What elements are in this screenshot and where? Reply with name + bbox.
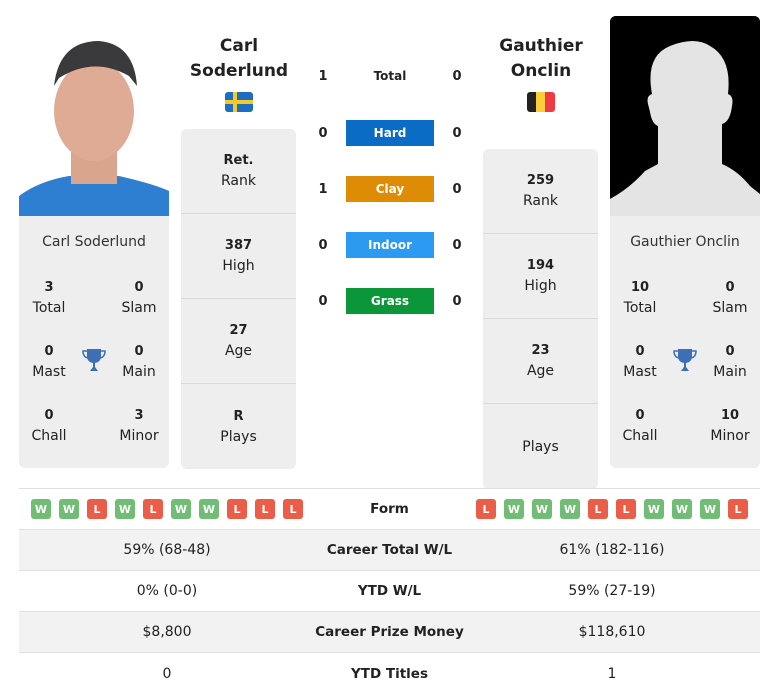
player2-high: 194 High [483, 234, 598, 319]
player2-value: $118,610 [578, 624, 646, 640]
loss-badge[interactable]: L [588, 499, 608, 519]
surface-label-total: Total [373, 69, 407, 83]
surface-badge-indoor: Indoor [346, 232, 434, 258]
win-badge[interactable]: W [644, 499, 664, 519]
h2h-p1-count: 1 [318, 68, 328, 84]
h2h-total-row: 1 Total 0 [300, 63, 480, 89]
row-label: Career Prize Money [315, 624, 464, 640]
player2-stats-card: 259 Rank 194 High 23 Age Plays [483, 149, 598, 489]
row-label: YTD W/L [357, 583, 422, 599]
player2-photo-placeholder [610, 16, 760, 216]
win-badge[interactable]: W [532, 499, 552, 519]
player1-masters-titles: 0 Mast [32, 344, 66, 380]
player1-plays: R Plays [220, 408, 257, 445]
player2-slam-titles: 0 Slam [712, 280, 748, 316]
player1-main-titles: 0 Main [122, 344, 156, 380]
win-badge[interactable]: W [115, 499, 135, 519]
player2-minor-titles: 10 Minor [710, 408, 750, 444]
player2-titles-card: Gauthier Onclin 10 Total 0 Slam 0 Mast 0 Mai… [610, 216, 760, 468]
win-badge[interactable]: W [171, 499, 191, 519]
table-row: 0 YTD Titles 1 [19, 653, 760, 694]
player1-high: 387 High [181, 214, 296, 299]
row-label: YTD Titles [351, 665, 428, 682]
player2-total-titles: 10 Total [623, 280, 657, 316]
player1-minor-titles: 3 Minor [119, 408, 159, 444]
h2h-p2-count: 0 [452, 181, 462, 197]
loss-badge[interactable]: L [87, 499, 107, 519]
loss-badge[interactable]: L [143, 499, 163, 519]
h2h-clay-row: 1 Clay 0 [300, 176, 480, 202]
player2-full-name: Gauthier Onclin [630, 234, 740, 250]
player1-age: 27 Age [181, 299, 296, 384]
player1-photo [19, 16, 169, 216]
player1-value: 0% (0-0) [136, 583, 198, 599]
surface-badge-hard: Hard [346, 120, 434, 146]
player2-main-titles: 0 Main [713, 344, 747, 380]
sweden-flag-icon [225, 92, 253, 112]
player1-challenger-titles: 0 Chall [31, 408, 67, 444]
h2h-p2-count: 0 [452, 293, 462, 309]
player1-stats-card: Ret. Rank 387 High 27 Age R Plays [181, 129, 296, 469]
player2-value: 61% (182-116) [559, 542, 665, 558]
table-row: $8,800 Career Prize Money $118,610 [19, 612, 760, 653]
player1-form: WWLWLWWLLL [19, 499, 315, 519]
player2-age: 23 Age [483, 319, 598, 404]
trophy-icon [672, 347, 698, 373]
form-row: WWLWLWWLLL Form LWWWLLWWWL [19, 489, 760, 530]
win-badge[interactable]: W [199, 499, 219, 519]
player1-total-titles: 3 Total [32, 280, 66, 316]
player2-rank: 259 Rank [483, 149, 598, 234]
win-badge[interactable]: W [560, 499, 580, 519]
player2-value: 59% (27-19) [568, 583, 656, 599]
loss-badge[interactable]: L [476, 499, 496, 519]
player2-name-heading[interactable]: Gauthier Onclin [476, 34, 606, 84]
comparison-table: WWLWLWWLLL Form LWWWLLWWWL 59% (68-48) C… [19, 488, 760, 694]
player1-titles-card: Carl Soderlund 3 Total 0 Slam 0 Mast 0 Main … [19, 216, 169, 468]
form-label: Form [370, 501, 409, 517]
player1-full-name: Carl Soderlund [42, 234, 146, 250]
player2-masters-titles: 0 Mast [623, 344, 657, 380]
win-badge[interactable]: W [504, 499, 524, 519]
win-badge[interactable]: W [700, 499, 720, 519]
win-badge[interactable]: W [31, 499, 51, 519]
player1-name-heading[interactable]: Carl Soderlund [174, 34, 304, 84]
h2h-p2-count: 0 [452, 125, 462, 141]
win-badge[interactable]: W [672, 499, 692, 519]
row-label: Career Total W/L [326, 542, 453, 558]
loss-badge[interactable]: L [616, 499, 636, 519]
player1-value: 59% (68-48) [123, 542, 211, 558]
surface-badge-clay: Clay [346, 176, 434, 202]
h2h-indoor-row: 0 Indoor 0 [300, 232, 480, 258]
h2h-p2-count: 0 [452, 68, 462, 84]
h2h-p1-count: 0 [318, 125, 328, 141]
player1-value: $8,800 [142, 624, 192, 640]
h2h-p1-count: 1 [318, 181, 328, 197]
h2h-grass-row: 0 Grass 0 [300, 288, 480, 314]
h2h-hard-row: 0 Hard 0 [300, 120, 480, 146]
table-row: 59% (68-48) Career Total W/L 61% (182-11… [19, 530, 760, 571]
player1-rank: Ret. Rank [181, 129, 296, 214]
player1-slam-titles: 0 Slam [121, 280, 157, 316]
trophy-icon [81, 347, 107, 373]
player2-challenger-titles: 0 Chall [622, 408, 658, 444]
h2h-p1-count: 0 [318, 293, 328, 309]
player2-value: 1 [607, 665, 617, 682]
player1-value: 0 [162, 665, 172, 682]
h2h-p1-count: 0 [318, 237, 328, 253]
win-badge[interactable]: W [59, 499, 79, 519]
player2-form: LWWWLLWWWL [464, 499, 760, 519]
loss-badge[interactable]: L [255, 499, 275, 519]
surface-badge-grass: Grass [346, 288, 434, 314]
h2h-p2-count: 0 [452, 237, 462, 253]
loss-badge[interactable]: L [728, 499, 748, 519]
loss-badge[interactable]: L [283, 499, 303, 519]
table-row: 0% (0-0) YTD W/L 59% (27-19) [19, 571, 760, 612]
loss-badge[interactable]: L [227, 499, 247, 519]
belgium-flag-icon [527, 92, 555, 112]
player2-plays: Plays [522, 438, 559, 455]
